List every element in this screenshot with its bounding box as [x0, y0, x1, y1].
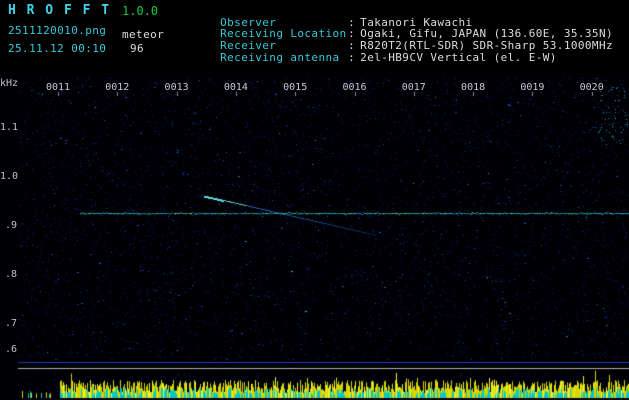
freq-axis-label: .9 [4, 220, 17, 231]
info-colon: : [348, 51, 356, 64]
echo-count: 96 [130, 42, 145, 55]
info-line-antenna: Receiving antenna:2el-HB9CV Vertical (el… [178, 41, 557, 74]
freq-axis-label: 1.1 [0, 122, 19, 133]
info-value: 2el-HB9CV Vertical (el. E-W) [360, 51, 557, 64]
frame-timestamp: 25.11.12 00:10 [8, 42, 107, 55]
info-label: Receiving antenna [220, 51, 340, 64]
freq-axis-label: 1.0 [0, 171, 19, 182]
time-axis-label: 0019 [520, 82, 545, 93]
app-title: H R O F F T [8, 3, 111, 18]
time-axis-label: 0014 [223, 82, 248, 93]
output-filename: 2511120010.png [8, 24, 107, 37]
freq-axis-label: .7 [4, 318, 17, 329]
hrofft-window: H R O F F T 1.0.0 2511120010.png meteor … [0, 0, 629, 400]
time-axis-label: 0016 [342, 82, 367, 93]
time-axis-label: 0015 [283, 82, 308, 93]
spectrogram-canvas [0, 76, 629, 400]
freq-axis-unit-label: kHz [0, 78, 19, 89]
mode-label: meteor [122, 28, 165, 41]
time-axis-label: 0017 [401, 82, 426, 93]
time-axis-label: 0011 [45, 82, 71, 93]
time-axis-label: 0018 [461, 82, 486, 93]
time-axis-label: 0012 [105, 82, 130, 93]
time-axis-label: 0020 [579, 82, 604, 93]
freq-axis-label: .6 [4, 344, 17, 355]
time-axis-label: 0013 [164, 82, 189, 93]
freq-axis-label: .8 [4, 269, 17, 280]
app-version: 1.0.0 [122, 4, 159, 18]
spectrogram-area: kHz 0011 0012 0013 0014 0015 0016 0017 0018 0019… [0, 76, 629, 400]
